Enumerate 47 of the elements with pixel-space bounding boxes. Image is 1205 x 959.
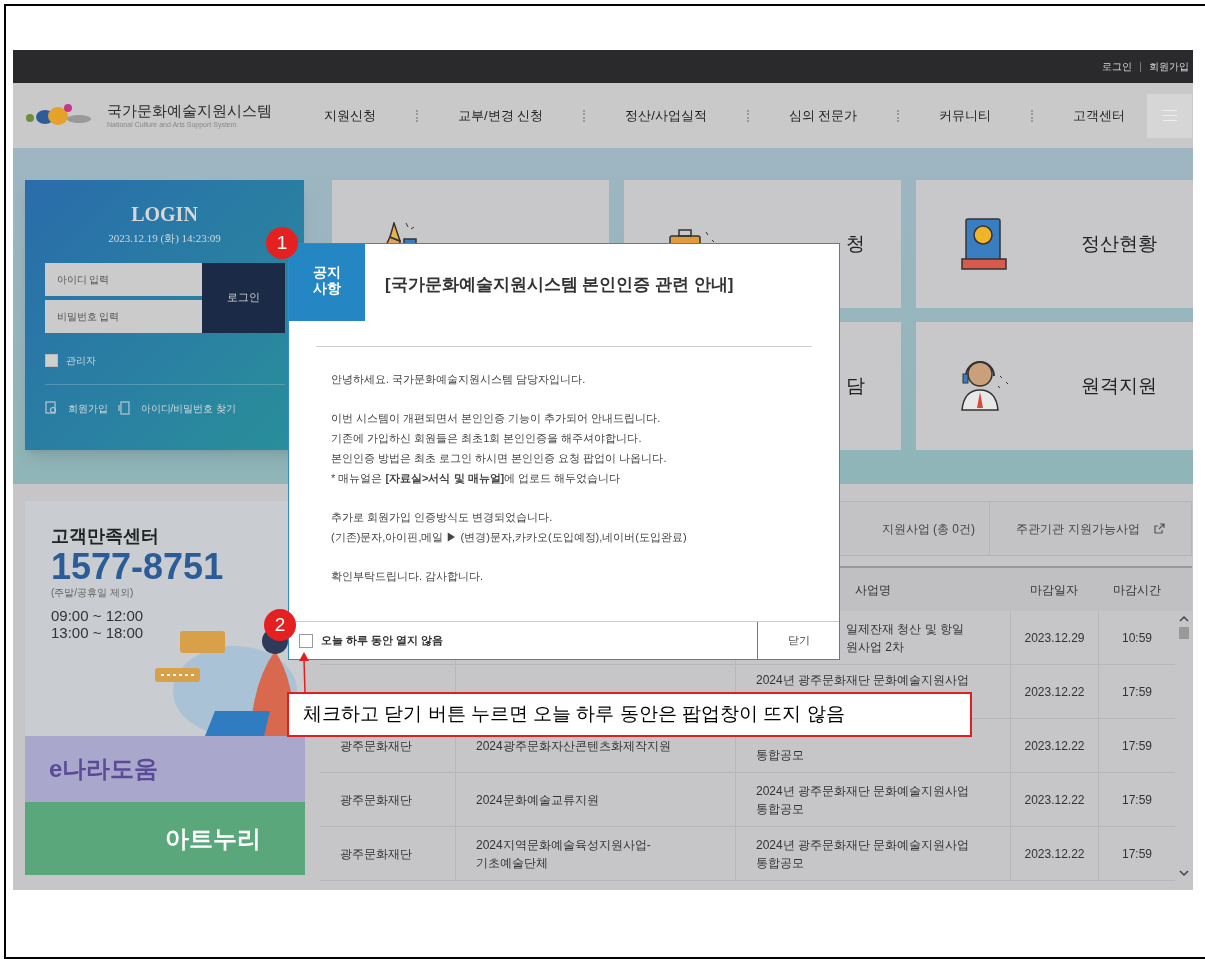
- hours-note: (주말/공휴일 제외): [51, 587, 135, 599]
- callout-note: 체크하고 닫기 버튼 누르면 오늘 하루 동안은 팝업창이 뜨지 않음: [287, 692, 972, 737]
- logo-title: 국가문화예술지원시스템: [107, 102, 272, 120]
- table-cell-text: 10:59: [1122, 629, 1152, 647]
- table-cell-text: 17:59: [1122, 683, 1152, 701]
- dont-show-label: 오늘 하루 동안 열지 않음: [321, 633, 444, 649]
- table-cell-text: 2023.12.22: [1024, 737, 1085, 755]
- table-cell-text: 2023.12.29: [1024, 629, 1085, 647]
- banner-text: 아트누리: [164, 823, 261, 854]
- table-cell-text: 2023.12.22: [1024, 845, 1085, 863]
- hours-text: 09:00 ~ 12:00: [51, 607, 144, 624]
- table-cell-text: 2024지역문화예술육성지원사업- 기초예술단체: [476, 836, 651, 872]
- admin-label: 관리자: [65, 353, 96, 368]
- column-header: 마감일자: [1030, 581, 1078, 599]
- phone-number: 1577-8751: [51, 547, 225, 587]
- tile-label: 담: [846, 373, 865, 398]
- table-cell-text: 2023.12.22: [1024, 791, 1085, 809]
- table-cell-text: 17:59: [1122, 845, 1152, 863]
- notice-tag: 공지 사항: [289, 244, 365, 321]
- column-header: 사업명: [854, 581, 891, 599]
- tile-label: 정산현황: [1081, 231, 1157, 256]
- table-cell-text: 광주문화재단: [340, 737, 412, 755]
- popup-title: [국가문화예술지원시스템 본인인증 관련 안내]: [385, 274, 734, 296]
- table-cell-text: 17:59: [1122, 791, 1152, 809]
- table-cell-text: 통합공모: [756, 747, 804, 764]
- table-cell-text: 2024년 광주문화재단 문화예술지원사업 통합공모: [756, 782, 970, 818]
- popup-paragraph: 확인부탁드립니다. 감사합니다.: [331, 569, 485, 584]
- table-cell-text: 17:59: [1122, 737, 1152, 755]
- table-cell-text: 2024년 광주문화재단 문화예술지원사업: [756, 672, 970, 689]
- center-title: 고객만족센터: [51, 525, 160, 547]
- hours-text: 13:00 ~ 18:00: [51, 624, 144, 641]
- popup-paragraph: 이번 시스템이 개편되면서 본인인증 기능이 추가되어 안내드립니다. 기존에 가입하신 회원들은 최초1회 본인인증을 해주셔야합니다. 본인인증 방법은 최초 로그인 하시면 본인인증 요청 팝업이 나옵니다. * 매뉴얼은 [자료실>서식 및 매뉴얼]에 업로드 해두었습니다: [331, 411, 668, 486]
- table-cell-text: 2024문화예술교류지원: [476, 791, 599, 809]
- table-cell-text: 2024년 광주문화재단 문화예술지원사업 통합공모: [756, 836, 970, 872]
- popup-paragraph: 안녕하세요. 국가문화예술지원시스템 담당자입니다.: [331, 372, 587, 387]
- tile-label: 청: [846, 231, 865, 256]
- tile-label: 원격지원: [1081, 373, 1157, 398]
- table-cell-text: 일제잔재 청산 및 항일 원사업 2차: [846, 620, 964, 656]
- table-cell-text: 광주문화재단: [340, 791, 412, 809]
- column-header: 마감시간: [1112, 581, 1161, 599]
- popup-paragraph: 추가로 회원가입 인증방식도 변경되었습니다. (기존)문자,아이핀,메일 ▶ (변경)문자,카카오(도입예정),네이버(도입완료): [331, 510, 688, 545]
- table-cell-text: 2023.12.22: [1024, 683, 1085, 701]
- table-cell-text: 2024광주문화자산콘텐츠화제작지원: [476, 737, 671, 755]
- table-cell-text: 광주문화재단: [340, 845, 412, 863]
- banner-text: e나라도움: [48, 754, 159, 784]
- login-datetime: 2023.12.19 (화) 14:23:09: [108, 231, 221, 246]
- login-title: LOGIN: [131, 202, 198, 226]
